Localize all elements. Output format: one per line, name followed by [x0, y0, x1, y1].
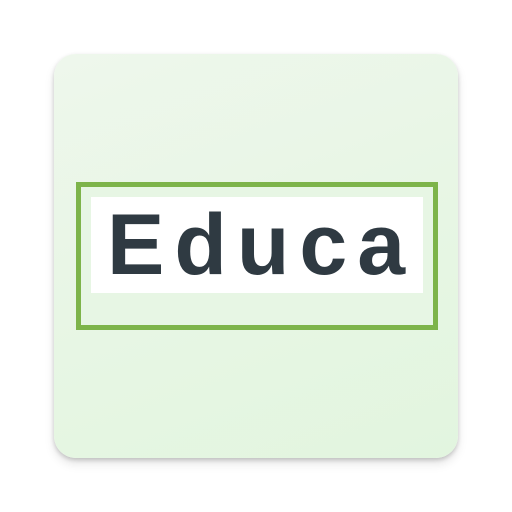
app-logo-text: Educa [106, 197, 416, 293]
